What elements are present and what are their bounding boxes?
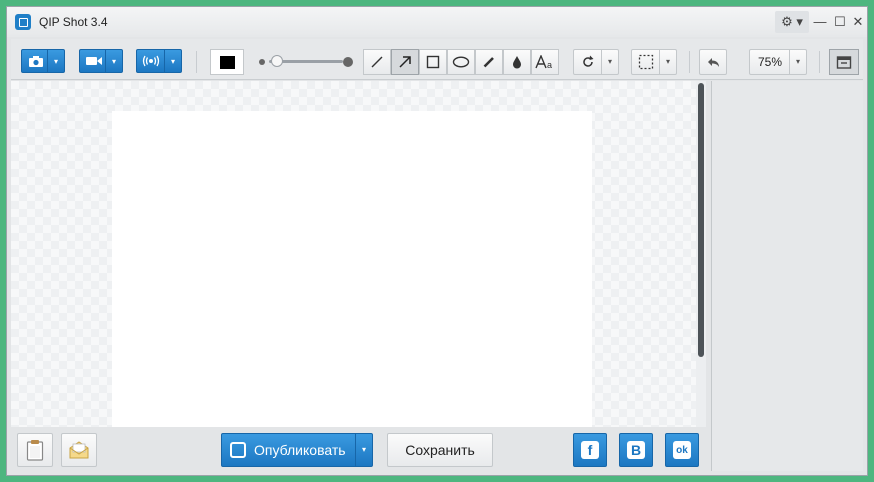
blur-tool-button[interactable] (503, 49, 531, 75)
settings-button[interactable]: ⚙ ▾ (775, 11, 809, 33)
zoom-dropdown[interactable]: ▾ (789, 50, 806, 74)
undo-button[interactable] (699, 49, 727, 75)
calendar-icon (836, 56, 852, 69)
rotate-icon (583, 55, 594, 67)
broadcast-icon (137, 50, 165, 72)
facebook-icon: f (581, 441, 599, 459)
toolbar: ▾ ▾ ▾ a ▾ ▾ 75% ▾ (11, 39, 863, 80)
marquee-select-icon (638, 54, 654, 70)
window-frame: QIP Shot 3.4 ⚙ ▾ — ☐ ✕ ▾ ▾ ▾ a ▾ ▾ 75% ▾… (0, 0, 874, 482)
rectangle-tool-button[interactable] (419, 49, 447, 75)
color-swatch (220, 56, 235, 69)
window-title: QIP Shot 3.4 (39, 15, 108, 29)
app-logo-icon (15, 14, 31, 30)
pencil-tool-button[interactable] (475, 49, 503, 75)
share-vk-button[interactable]: B (619, 433, 653, 467)
line-icon (371, 56, 383, 68)
video-dropdown[interactable]: ▾ (105, 50, 122, 72)
line-tool-button[interactable] (363, 49, 391, 75)
zoom-value: 75% (757, 55, 783, 69)
zoom-select[interactable]: 75% ▾ (749, 49, 807, 75)
toolbar-divider (689, 51, 690, 73)
brush-size-slider[interactable] (259, 53, 353, 71)
arrow-icon (399, 56, 411, 68)
drop-icon (513, 56, 521, 69)
svg-text:a: a (547, 60, 552, 69)
screenshot-dropdown[interactable]: ▾ (47, 50, 64, 72)
toolbar-divider (196, 51, 197, 73)
publish-label: Опубликовать (254, 442, 346, 458)
app-window: QIP Shot 3.4 ⚙ ▾ — ☐ ✕ ▾ ▾ ▾ a ▾ ▾ 75% ▾… (6, 6, 868, 476)
selection-button[interactable]: ▾ (631, 49, 677, 75)
share-odnoklassniki-button[interactable]: ok (665, 433, 699, 467)
bottom-bar: Опубликовать ▾ Сохранить f B ok (11, 427, 706, 471)
title-bar: QIP Shot 3.4 ⚙ ▾ — ☐ ✕ (7, 7, 867, 37)
close-button[interactable]: ✕ (851, 11, 865, 33)
history-panel (711, 81, 863, 471)
share-facebook-button[interactable]: f (573, 433, 607, 467)
toolbar-divider (819, 51, 820, 73)
min-size-dot (259, 59, 265, 65)
screenshot-image[interactable] (112, 111, 592, 427)
publish-dropdown[interactable]: ▾ (355, 434, 372, 466)
undo-icon (708, 58, 719, 67)
vk-icon: B (627, 441, 645, 459)
max-size-dot (343, 57, 353, 67)
copy-to-clipboard-button[interactable] (17, 433, 53, 467)
text-tool-button[interactable]: a (531, 49, 559, 75)
pencil-icon (483, 57, 494, 68)
slider-thumb[interactable] (271, 55, 283, 67)
text-icon: a (535, 55, 552, 69)
publish-icon (230, 442, 246, 458)
odnoklassniki-icon: ok (673, 441, 691, 459)
history-panel-toggle[interactable] (829, 49, 859, 75)
envelope-icon (69, 441, 89, 459)
ellipse-tool-button[interactable] (447, 49, 475, 75)
selection-dropdown[interactable]: ▾ (659, 50, 676, 74)
color-picker-button[interactable] (210, 49, 244, 75)
rectangle-icon (426, 55, 440, 69)
ellipse-icon (452, 56, 470, 68)
rotate-button[interactable]: ▾ (573, 49, 619, 75)
camera-icon (22, 50, 50, 72)
screenshot-button[interactable]: ▾ (21, 49, 65, 73)
send-email-button[interactable] (61, 433, 97, 467)
clipboard-icon (26, 440, 44, 461)
vertical-scrollbar[interactable] (696, 81, 706, 427)
minimize-button[interactable]: — (813, 11, 827, 33)
publish-button[interactable]: Опубликовать ▾ (221, 433, 373, 467)
save-button[interactable]: Сохранить (387, 433, 493, 467)
scrollbar-thumb[interactable] (698, 83, 704, 357)
maximize-button[interactable]: ☐ (833, 11, 847, 33)
canvas-area[interactable] (11, 81, 696, 427)
broadcast-button[interactable]: ▾ (136, 49, 182, 73)
video-camera-icon (80, 50, 108, 72)
broadcast-dropdown[interactable]: ▾ (164, 50, 181, 72)
video-button[interactable]: ▾ (79, 49, 123, 73)
rotate-dropdown[interactable]: ▾ (601, 50, 618, 74)
arrow-tool-button[interactable] (391, 49, 419, 75)
